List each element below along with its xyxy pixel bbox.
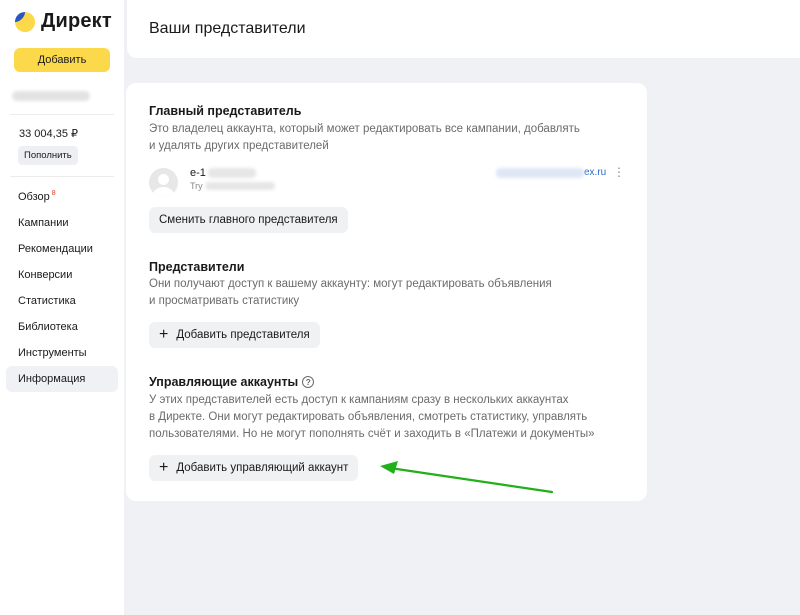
sidebar-divider [10, 176, 114, 177]
main-representative-description: Это владелец аккаунта, который может ред… [149, 123, 580, 152]
more-options-icon[interactable]: ⋮ [613, 165, 625, 179]
notification-badge: 8 [51, 189, 56, 197]
account-name-redacted[interactable] [12, 91, 90, 101]
sidebar-item-label: Конверсии [18, 269, 73, 281]
sidebar-item-label: Рекомендации [18, 243, 93, 255]
main-representative-role: Try [190, 181, 275, 191]
main-representative-email[interactable]: ex.ru [494, 167, 606, 178]
sidebar-item-label: Библиотека [18, 321, 78, 333]
sidebar-item-label: Инструменты [18, 347, 87, 359]
sidebar-divider [10, 114, 114, 115]
sidebar-item-library[interactable]: Библиотека [6, 314, 118, 340]
managing-accounts-description: У этих представителей есть доступ к камп… [149, 394, 595, 440]
sidebar-item-label: Информация [18, 373, 86, 385]
sidebar-item-overview[interactable]: Обзор 8 [6, 184, 118, 210]
redacted-text [207, 168, 256, 178]
managing-accounts-title: Управляющие аккаунты ? [149, 375, 315, 389]
sidebar-item-campaigns[interactable]: Кампании [6, 210, 118, 236]
change-main-representative-button[interactable]: Сменить главного представителя [149, 207, 348, 233]
sidebar-item-statistics[interactable]: Статистика [6, 288, 118, 314]
redacted-text [204, 182, 275, 190]
plus-icon: + [159, 326, 169, 343]
sidebar-item-label: Кампании [18, 217, 69, 229]
sidebar-item-tools[interactable]: Инструменты [6, 340, 118, 366]
representatives-description: Они получают доступ к вашему аккаунту: м… [149, 278, 552, 307]
plus-icon: + [159, 459, 169, 476]
redacted-text [496, 167, 584, 178]
add-campaign-button[interactable]: Добавить [14, 48, 110, 72]
page-header: Ваши представители [127, 0, 800, 58]
main-representative-title: Главный представитель [149, 104, 302, 118]
sidebar-item-information[interactable]: Информация [6, 366, 118, 392]
account-balance: 33 004,35 ₽ [19, 128, 78, 140]
sidebar-item-recommendations[interactable]: Рекомендации [6, 236, 118, 262]
logo-text: Директ [41, 10, 112, 32]
yandex-direct-logo-icon [15, 11, 35, 32]
add-representative-button[interactable]: + Добавить представителя [149, 322, 320, 348]
topup-button[interactable]: Пополнить [18, 146, 78, 165]
representatives-card: Главный представитель Это владелец аккау… [126, 83, 647, 501]
sidebar-item-label: Статистика [18, 295, 76, 307]
logo[interactable]: Директ [14, 10, 112, 33]
page-title: Ваши представители [149, 20, 306, 37]
annotation-arrow-icon [380, 461, 554, 494]
sidebar-item-conversions[interactable]: Конверсии [6, 262, 118, 288]
main-representative-login: e-1 [190, 167, 256, 179]
add-managing-account-button[interactable]: + Добавить управляющий аккаунт [149, 455, 359, 481]
avatar [149, 168, 178, 197]
sidebar-nav: Обзор 8 Кампании Рекомендации Конверсии С… [6, 184, 118, 392]
representatives-title: Представители [149, 260, 245, 274]
sidebar: Директ Добавить 33 004,35 ₽ Пополнить Об… [0, 0, 124, 615]
sidebar-item-label: Обзор [18, 191, 50, 203]
help-icon[interactable]: ? [302, 376, 315, 388]
